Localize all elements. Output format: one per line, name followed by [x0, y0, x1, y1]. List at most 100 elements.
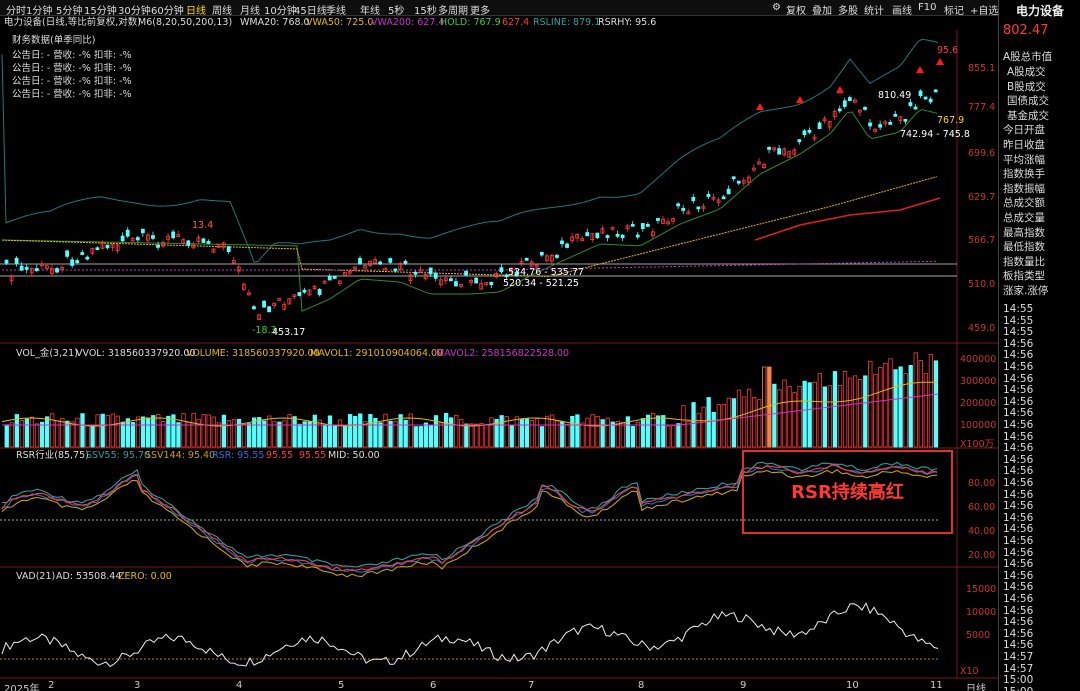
volume-bar [433, 415, 439, 448]
date-label: 11 [930, 680, 943, 691]
volume-bar [90, 424, 95, 448]
y-tick: 566.7 [968, 235, 996, 246]
time-stamp: 14:57 [1003, 662, 1034, 675]
volume-bar [817, 373, 822, 448]
menu-item[interactable]: A股成交 [1007, 64, 1046, 79]
volume-bar [408, 413, 413, 448]
zero-value: ZERO: 0.00 [118, 571, 172, 582]
volume-bar [514, 416, 519, 448]
vad-title[interactable]: VAD(21) [16, 571, 55, 583]
time-stamp: 14:56 [1003, 349, 1034, 362]
candle-body [156, 244, 160, 248]
menu-item[interactable]: 涨家.涨停 [1003, 283, 1048, 298]
volume-bar [428, 424, 434, 448]
candle-body [403, 260, 408, 264]
volume-bar [236, 418, 242, 448]
candle-body [736, 180, 741, 184]
time-stamp: 14:56 [1003, 465, 1034, 478]
volume-bar [757, 399, 762, 448]
candle-body [332, 275, 337, 279]
menu-item[interactable]: 指数振幅 [1003, 181, 1045, 196]
date-label: 2 [48, 680, 55, 691]
menu-item[interactable]: B股成交 [1007, 79, 1046, 94]
rsr-tick: 60.00 [968, 502, 996, 513]
candle-body [645, 224, 650, 227]
menu-item[interactable]: 平均涨幅 [1003, 152, 1045, 167]
menu-item[interactable]: 总成交量 [1003, 210, 1045, 225]
time-stamp: 14:56 [1003, 500, 1034, 513]
time-stamp: 14:56 [1003, 558, 1034, 571]
candle-body [448, 278, 453, 282]
candle-body [474, 277, 479, 284]
volume-bar [837, 384, 843, 448]
date-label: 10 [846, 680, 859, 691]
vad-tick: 15000 [966, 584, 997, 595]
time-stamp: 14:56 [1003, 442, 1034, 455]
menu-item[interactable]: 板指类型 [1003, 268, 1045, 283]
volume-bar [489, 417, 494, 448]
candle-body [656, 218, 660, 221]
volume-bar [847, 377, 853, 448]
kline-chart[interactable] [0, 0, 998, 691]
volume-bar [130, 422, 136, 448]
volume-bar [95, 414, 100, 448]
date-label: 6 [430, 680, 437, 691]
candle-body [777, 148, 782, 155]
volume-bar [45, 416, 50, 448]
time-stamp: 14:56 [1003, 523, 1034, 536]
candle-body [252, 306, 256, 310]
menu-item[interactable]: 最低指数 [1003, 239, 1045, 254]
volume-bar [908, 365, 913, 448]
menu-item[interactable]: 昨日收盘 [1003, 137, 1045, 152]
menu-item[interactable]: 基金成交 [1007, 108, 1049, 123]
volume-bar [524, 418, 530, 448]
menu-item[interactable]: 指数量比 [1003, 254, 1045, 269]
candle-body [388, 258, 393, 263]
menu-item[interactable]: 最高指数 [1003, 225, 1045, 240]
volume-bar [322, 425, 328, 448]
time-stamp: 14:56 [1003, 639, 1034, 652]
volume-bar [807, 382, 812, 448]
candle-body [928, 98, 933, 103]
menu-item[interactable]: 指数换手 [1003, 166, 1045, 181]
volume-bar [176, 422, 181, 448]
volume-bar [206, 414, 211, 448]
candle-body [34, 268, 39, 271]
volume-bar [575, 414, 580, 448]
date-label: 8 [638, 680, 645, 691]
menu-item[interactable]: 总成交额 [1003, 195, 1045, 210]
volume-bar [125, 418, 131, 448]
vol-title[interactable]: VOL_金(3,21) [16, 348, 78, 360]
volume-bar [928, 354, 934, 448]
rsr-title[interactable]: RSR行业(85,75) [16, 450, 89, 462]
volume-bar [797, 386, 802, 448]
annotation-text: RSR持续高红 [791, 482, 904, 503]
candle-body [933, 89, 938, 93]
volume-bar [863, 375, 868, 448]
volume-bar [671, 425, 676, 448]
candle-body [433, 272, 438, 279]
volume-bar [645, 414, 651, 448]
volume-bar [746, 388, 752, 448]
menu-item[interactable]: 国债成交 [1007, 93, 1049, 108]
menu-item[interactable]: 今日开盘 [1003, 122, 1045, 137]
volume-bar [358, 413, 363, 448]
candle-body [555, 255, 559, 258]
candle-body [55, 268, 59, 273]
candle-body [327, 275, 332, 281]
candle-body [847, 97, 852, 101]
time-stamp: 14:56 [1003, 616, 1034, 629]
candle-body [70, 259, 75, 266]
volume-bar [620, 421, 625, 448]
price-label-top: 95.6 [937, 45, 959, 56]
candle-body [696, 206, 701, 210]
volume-bar [438, 422, 444, 448]
candle-body [140, 228, 145, 234]
volume-bar [681, 405, 686, 448]
date-label: 4 [236, 680, 243, 691]
volume-bar [181, 413, 186, 448]
volume-bar [277, 421, 282, 448]
volume-bar [600, 419, 605, 448]
rsr-tick: 80.00 [968, 478, 996, 489]
candle-body [842, 100, 847, 107]
